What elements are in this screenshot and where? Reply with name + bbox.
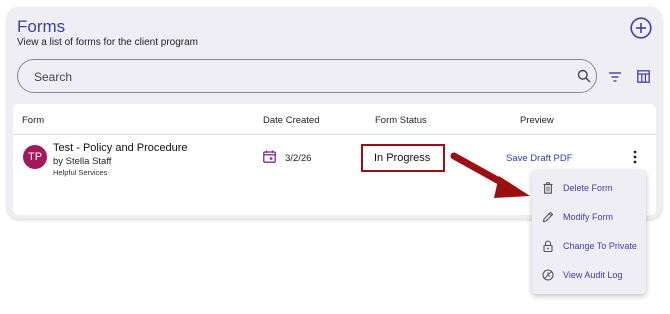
column-header-form-status[interactable]: Form Status: [375, 115, 427, 126]
menu-item-label: Modify Form: [563, 212, 614, 222]
filter-icon[interactable]: [608, 71, 622, 83]
form-name[interactable]: Test - Policy and Procedure: [53, 142, 188, 154]
search-bar: [17, 59, 597, 93]
search-icon[interactable]: [577, 69, 591, 83]
add-form-button[interactable]: [630, 17, 652, 39]
columns-icon[interactable]: [637, 70, 650, 83]
form-status: In Progress: [374, 152, 431, 164]
more-options-icon[interactable]: [632, 150, 638, 164]
page-title: Forms: [17, 17, 66, 36]
lock-icon: [543, 240, 553, 252]
page-subtitle: View a list of forms for the client prog…: [17, 37, 198, 48]
history-icon: [542, 269, 554, 281]
form-author: by Stella Staff: [53, 156, 112, 167]
menu-item-modify-form[interactable]: Modify Form: [532, 203, 646, 231]
column-header-form[interactable]: Form: [22, 115, 44, 126]
menu-item-label: Change To Private: [563, 241, 637, 251]
form-organization: Helpful Services: [53, 168, 108, 177]
calendar-icon: [263, 150, 276, 163]
trash-icon: [543, 182, 553, 194]
column-header-date-created[interactable]: Date Created: [263, 115, 320, 126]
menu-item-view-audit-log[interactable]: View Audit Log: [532, 261, 646, 289]
menu-item-change-to-private[interactable]: Change To Private: [532, 232, 646, 260]
avatar: TP: [23, 145, 47, 169]
status-callout-box: In Progress: [361, 144, 445, 172]
menu-item-label: Delete Form: [563, 183, 613, 193]
menu-item-delete-form[interactable]: Delete Form: [532, 174, 646, 202]
column-header-preview[interactable]: Preview: [520, 115, 554, 126]
menu-item-label: View Audit Log: [563, 270, 623, 280]
header-divider: [13, 134, 656, 135]
annotation-arrow: [450, 152, 530, 198]
pencil-icon: [542, 211, 554, 223]
search-input[interactable]: [34, 68, 554, 86]
date-created: 3/2/26: [285, 153, 312, 164]
row-actions-menu: Delete Form Modify Form Change To Privat…: [532, 170, 646, 294]
